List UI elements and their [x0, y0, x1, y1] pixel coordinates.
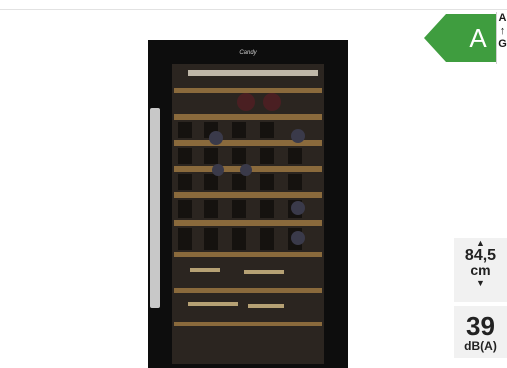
- caret-down-icon: ▼: [476, 278, 485, 288]
- height-value: 84,5: [464, 247, 497, 264]
- wine-cooler-illustration: Candy: [148, 40, 348, 368]
- energy-scale-bottom: G: [498, 38, 507, 50]
- energy-class-badge[interactable]: A: [424, 12, 507, 64]
- svg-text:Candy: Candy: [239, 50, 257, 56]
- product-image[interactable]: Candy: [148, 40, 348, 368]
- energy-scale-arrow: ↑: [499, 25, 506, 37]
- height-unit: cm: [470, 262, 491, 278]
- energy-scale-top: A: [498, 12, 507, 24]
- noise-spec-tile: 39 dB(A): [454, 306, 507, 358]
- height-spec-tile: ▲ 84,5 cm ▼: [454, 238, 507, 302]
- energy-class-letter: A: [469, 23, 487, 53]
- top-divider: [0, 9, 507, 10]
- energy-scale: A ↑ G: [496, 12, 507, 64]
- noise-value: 39: [466, 311, 495, 341]
- noise-unit: dB(A): [464, 339, 497, 353]
